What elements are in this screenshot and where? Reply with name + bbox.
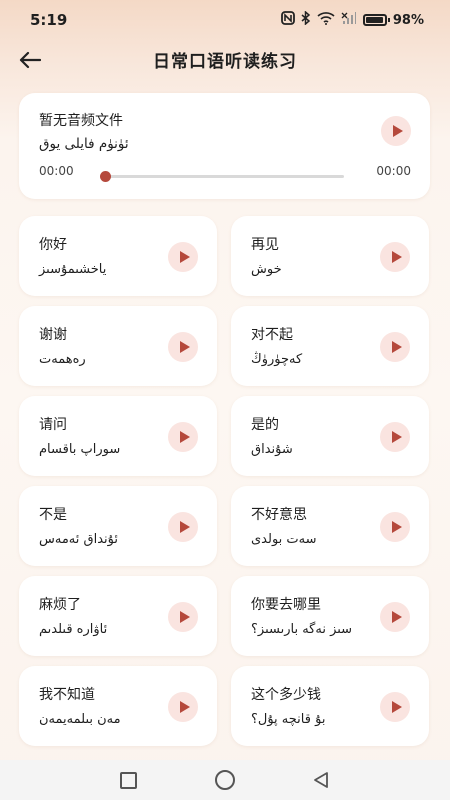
- phrase-card[interactable]: 你要去哪里 سىز نەگە بارىسىز؟: [231, 576, 429, 656]
- audio-title-ug: ئۈنۈم فايلى يوق: [39, 136, 129, 152]
- home-button[interactable]: [215, 770, 235, 790]
- status-icons: 98%: [280, 10, 424, 29]
- phrase-zh: 对不起: [251, 327, 293, 343]
- audio-total-time: 00:00: [376, 164, 411, 178]
- phrase-card[interactable]: 谢谢 رەھمەت: [19, 306, 217, 386]
- phrase-zh: 谢谢: [39, 327, 67, 343]
- play-icon: [391, 431, 402, 443]
- phrase-play-button[interactable]: [168, 512, 198, 542]
- play-icon: [391, 341, 402, 353]
- page-title: 日常口语听读练习: [153, 51, 297, 72]
- back-button[interactable]: [14, 44, 46, 76]
- phrase-zh: 不好意思: [251, 507, 307, 523]
- battery-icon: [362, 14, 390, 26]
- phrase-ug: شۇنداق: [251, 442, 293, 457]
- phrase-card[interactable]: 再见 خوش: [231, 216, 429, 296]
- phrase-play-button[interactable]: [380, 512, 410, 542]
- phrase-zh: 你要去哪里: [251, 597, 321, 613]
- system-back-button[interactable]: [312, 771, 330, 789]
- phrase-play-button[interactable]: [168, 692, 198, 722]
- system-nav-bar: [0, 760, 450, 800]
- recent-apps-button[interactable]: [120, 772, 137, 789]
- phrase-card[interactable]: 是的 شۇنداق: [231, 396, 429, 476]
- phrase-card[interactable]: 请问 سوراپ باقسام: [19, 396, 217, 476]
- play-icon: [179, 431, 190, 443]
- status-bar: 5:19 98%: [0, 0, 450, 40]
- phrase-ug: سوراپ باقسام: [39, 442, 121, 457]
- audio-current-time: 00:00: [39, 164, 74, 178]
- audio-play-button[interactable]: [381, 116, 411, 146]
- play-icon: [391, 701, 402, 713]
- phrase-zh: 是的: [251, 417, 279, 433]
- phrase-play-button[interactable]: [168, 242, 198, 272]
- play-icon: [179, 341, 190, 353]
- phrase-zh: 你好: [39, 237, 67, 253]
- phrase-play-button[interactable]: [380, 332, 410, 362]
- phrase-card[interactable]: 你好 ياخشىمۇسىز: [19, 216, 217, 296]
- phrase-ug: مەن بىلمەيمەن: [39, 712, 121, 727]
- play-icon: [179, 251, 190, 263]
- triangle-back-icon: [314, 772, 328, 788]
- phrase-play-button[interactable]: [380, 692, 410, 722]
- play-icon: [391, 521, 402, 533]
- phrase-ug: بۇ قانچە پۇل؟: [251, 712, 326, 727]
- phrase-ug: خوش: [251, 262, 282, 277]
- phrase-zh: 请问: [39, 417, 67, 433]
- phrase-ug: سەت بولدى: [251, 532, 317, 547]
- phrase-zh: 这个多少钱: [251, 687, 321, 703]
- phrase-zh: 我不知道: [39, 687, 95, 703]
- phrase-zh: 麻烦了: [39, 597, 81, 613]
- phrase-card[interactable]: 麻烦了 ئاۋارە قىلدىم: [19, 576, 217, 656]
- audio-progress-track[interactable]: [104, 175, 344, 178]
- play-icon: [179, 521, 190, 533]
- bluetooth-icon: [301, 10, 311, 29]
- phrase-card[interactable]: 不是 ئۇنداق ئەمەس: [19, 486, 217, 566]
- nfc-icon: [280, 11, 295, 29]
- phrase-play-button[interactable]: [380, 602, 410, 632]
- app-header: 日常口语听读练习: [0, 40, 450, 78]
- phrase-ug: رەھمەت: [39, 352, 86, 367]
- play-icon: [391, 611, 402, 623]
- play-icon: [179, 701, 190, 713]
- signal-icon: [341, 11, 357, 29]
- phrase-ug: كەچۈرۈڭ: [251, 352, 303, 367]
- phrase-play-button[interactable]: [168, 422, 198, 452]
- arrow-left-icon: [19, 51, 41, 69]
- phrase-play-button[interactable]: [168, 332, 198, 362]
- phrase-ug: ئاۋارە قىلدىم: [39, 622, 108, 637]
- phrase-card[interactable]: 不好意思 سەت بولدى: [231, 486, 429, 566]
- phrase-ug: سىز نەگە بارىسىز؟: [251, 622, 353, 637]
- wifi-icon: [317, 11, 335, 29]
- audio-progress-thumb[interactable]: [100, 171, 111, 182]
- phrase-play-button[interactable]: [380, 242, 410, 272]
- phrase-card[interactable]: 对不起 كەچۈرۈڭ: [231, 306, 429, 386]
- phrase-ug: ئۇنداق ئەمەس: [39, 532, 118, 547]
- phrase-card[interactable]: 我不知道 مەن بىلمەيمەن: [19, 666, 217, 746]
- audio-title-zh: 暂无音频文件: [39, 113, 123, 129]
- phrase-ug: ياخشىمۇسىز: [39, 262, 107, 277]
- audio-player-card: 暂无音频文件 ئۈنۈم فايلى يوق 00:00 00:00: [19, 93, 430, 199]
- play-icon: [391, 251, 402, 263]
- battery-level: 98%: [392, 12, 424, 28]
- status-time: 5:19: [30, 11, 68, 29]
- play-icon: [392, 125, 403, 137]
- phrase-zh: 不是: [39, 507, 67, 523]
- play-icon: [179, 611, 190, 623]
- phrase-card[interactable]: 这个多少钱 بۇ قانچە پۇل؟: [231, 666, 429, 746]
- phrase-zh: 再见: [251, 237, 279, 253]
- phrase-play-button[interactable]: [168, 602, 198, 632]
- phrase-play-button[interactable]: [380, 422, 410, 452]
